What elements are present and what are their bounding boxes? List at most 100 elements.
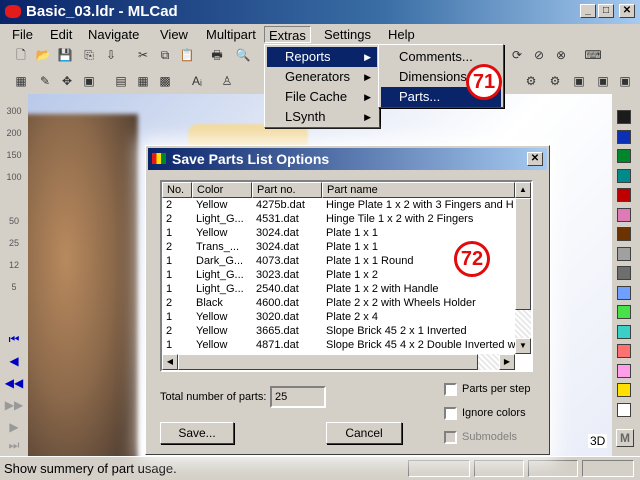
zoom-level[interactable]: 25 (4, 234, 24, 252)
color-swatch[interactable] (617, 246, 631, 261)
cube-icon[interactable]: ▣ (80, 72, 98, 90)
column-header-no[interactable]: No. (162, 182, 192, 198)
edit-icon[interactable]: ✎ (36, 72, 54, 90)
hide-icon[interactable]: ⊗ (552, 46, 570, 64)
table-row[interactable]: 1 Light_G... 2540.dat Plate 1 x 2 with Hand… (162, 282, 515, 296)
export-icon[interactable]: ⇩ (102, 46, 120, 64)
shade-icon[interactable]: ▩ (156, 72, 174, 90)
brick2-icon[interactable]: ▣ (594, 72, 612, 90)
grid-icon[interactable]: ▦ (12, 72, 30, 90)
horizontal-scrollbar[interactable]: ◀ ▶ (162, 354, 515, 370)
menu-extras[interactable]: Extras (264, 26, 311, 43)
save-button[interactable]: Save... (160, 422, 234, 444)
table-row[interactable]: 1 Yellow 3020.dat Plate 2 x 4 (162, 310, 515, 324)
gear-icon[interactable]: ⚙ (522, 72, 540, 90)
column-header-color[interactable]: Color (192, 182, 252, 198)
layout-icon[interactable]: ▤ (112, 72, 130, 90)
rotate-icon[interactable]: ⟳ (508, 46, 526, 64)
copy-icon[interactable]: ⧉ (156, 46, 174, 64)
scroll-left-button[interactable]: ◀ (162, 354, 178, 370)
color-swatch[interactable] (617, 188, 631, 202)
color-swatch[interactable] (617, 149, 631, 163)
fast-forward-icon[interactable]: ▶▶ (4, 396, 24, 414)
menu-item-reports[interactable]: Reports ▶ (267, 47, 377, 67)
vertical-scrollbar[interactable]: ▲ ▼ (515, 182, 531, 354)
menu-multipart[interactable]: Multipart (202, 26, 260, 43)
zoom-level[interactable]: 200 (4, 124, 24, 142)
brick3-icon[interactable]: ▣ (616, 72, 634, 90)
next-step-icon[interactable]: ▶ (4, 418, 24, 436)
preview-icon[interactable]: 🔍 (234, 46, 252, 64)
submodels-checkbox[interactable] (444, 431, 457, 444)
color-swatch[interactable] (617, 402, 631, 417)
rewind-icon[interactable]: ◀◀ (4, 374, 24, 392)
color-swatch[interactable] (617, 363, 631, 378)
color-swatch[interactable] (617, 324, 631, 339)
color-swatch[interactable] (617, 285, 631, 300)
color-swatch[interactable] (617, 129, 631, 144)
table-row[interactable]: 2 Light_G... 4531.dat Hinge Tile 1 x 2 with… (162, 212, 515, 226)
m-button[interactable]: M (616, 429, 634, 447)
zoom-level[interactable]: 5 (4, 278, 24, 296)
save-icon[interactable]: 💾 (56, 46, 74, 64)
app-icon[interactable] (5, 5, 21, 18)
menu-file[interactable]: File (8, 26, 37, 43)
table-icon[interactable]: ▦ (134, 72, 152, 90)
scroll-thumb[interactable] (178, 354, 478, 370)
menu-item-generators[interactable]: Generators ▶ (267, 67, 377, 87)
column-header-part-no[interactable]: Part no. (252, 182, 322, 198)
table-row[interactable]: 2 Yellow 3665.dat Slope Brick 45 2 x 1 Inve… (162, 324, 515, 338)
menu-item-file-cache[interactable]: File Cache ▶ (267, 87, 377, 107)
menu-view[interactable]: View (156, 26, 192, 43)
table-row[interactable]: 1 Yellow 4871.dat Slope Brick 45 4 x 2 Doub… (162, 338, 515, 352)
keyboard-icon[interactable]: ⌨ (584, 46, 602, 64)
settings-icon[interactable]: ⚙ (546, 72, 564, 90)
ignore-colors-checkbox[interactable] (444, 407, 457, 420)
new-icon[interactable]: 🗋 (12, 46, 30, 64)
3d-label[interactable]: 3D (588, 434, 608, 448)
table-row[interactable]: 2 Black 4600.dat Plate 2 x 2 with Wheels Ho… (162, 296, 515, 310)
scroll-right-button[interactable]: ▶ (499, 354, 515, 370)
table-row[interactable]: 1 Yellow 3024.dat Plate 1 x 1 (162, 226, 515, 240)
zoom-level[interactable]: 300 (4, 102, 24, 120)
scroll-thumb[interactable] (515, 198, 531, 310)
color-swatch[interactable] (617, 383, 631, 397)
color-swatch[interactable] (617, 207, 631, 222)
import-icon[interactable]: ⎘ (80, 46, 98, 64)
color-swatch[interactable] (617, 168, 631, 183)
zoom-level[interactable]: 12 (4, 256, 24, 274)
column-header-part-name[interactable]: Part name (322, 182, 515, 198)
color-swatch[interactable] (617, 305, 631, 319)
menu-settings[interactable]: Settings (320, 26, 375, 43)
menu-help[interactable]: Help (384, 26, 419, 43)
color-swatch[interactable] (617, 344, 631, 358)
close-button[interactable]: ✕ (619, 4, 635, 18)
zoom-level[interactable]: 150 (4, 146, 24, 164)
paste-icon[interactable]: 📋 (178, 46, 196, 64)
scroll-up-button[interactable]: ▲ (515, 182, 531, 198)
minimize-button[interactable]: _ (580, 4, 596, 18)
mirror-icon[interactable]: ⊘ (530, 46, 548, 64)
brick-icon[interactable]: ▣ (570, 72, 588, 90)
zoom-level[interactable]: 50 (4, 212, 24, 230)
parts-per-step-checkbox[interactable] (444, 383, 457, 396)
color-swatch[interactable] (617, 266, 631, 280)
zoom-level[interactable]: 100 (4, 168, 24, 186)
cancel-button[interactable]: Cancel (326, 422, 402, 444)
maximize-button[interactable]: □ (598, 4, 614, 18)
last-step-icon[interactable]: ⏭ (4, 436, 24, 454)
move-icon[interactable]: ✥ (58, 72, 76, 90)
color-swatch[interactable] (617, 227, 631, 241)
prev-step-icon[interactable]: ◀ (4, 352, 24, 370)
text-icon[interactable]: Aᵢ (188, 72, 206, 90)
dialog-close-button[interactable]: ✕ (527, 152, 543, 166)
menu-item-lsynth[interactable]: LSynth ▶ (267, 107, 377, 127)
first-step-icon[interactable]: ⏮ (4, 330, 24, 348)
cut-icon[interactable]: ✂ (134, 46, 152, 64)
menu-navigate[interactable]: Navigate (84, 26, 143, 43)
print-icon[interactable]: 🖶 (208, 46, 226, 64)
scroll-down-button[interactable]: ▼ (515, 338, 531, 354)
person-icon[interactable]: ♙ (218, 72, 236, 90)
color-swatch[interactable] (617, 110, 631, 124)
table-row[interactable]: 2 Yellow 4275b.dat Hinge Plate 1 x 2 with 3… (162, 198, 515, 212)
